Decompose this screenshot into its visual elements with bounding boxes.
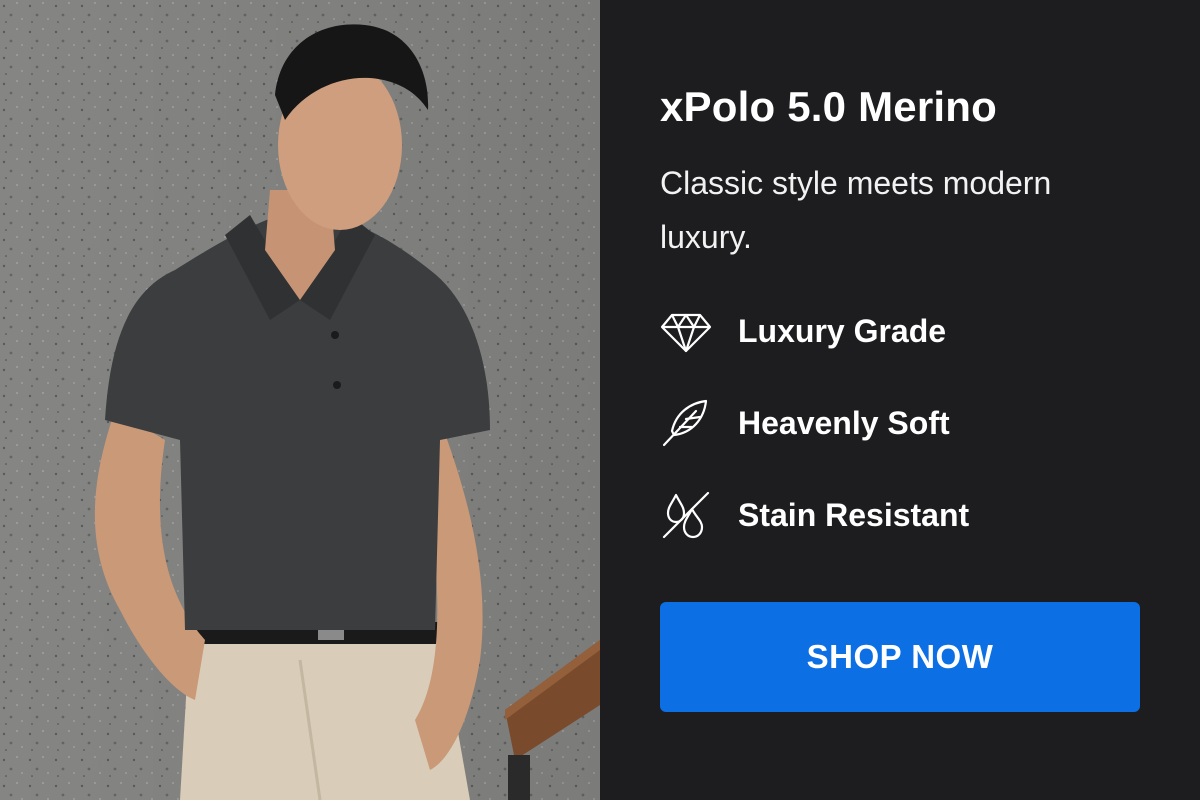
shop-now-button[interactable]: SHOP NOW bbox=[660, 602, 1140, 712]
product-panel: xPolo 5.0 Merino Classic style meets mod… bbox=[600, 0, 1200, 800]
feature-label: Stain Resistant bbox=[738, 497, 970, 533]
feature-label: Luxury Grade bbox=[738, 313, 947, 349]
feature-label: Heavenly Soft bbox=[738, 405, 950, 441]
feature-item-heavenly-soft: Heavenly Soft bbox=[660, 397, 1140, 489]
model-photo-illustration bbox=[0, 0, 600, 800]
product-photo bbox=[0, 0, 600, 800]
feature-item-stain-resistant: Stain Resistant bbox=[660, 489, 1140, 581]
feature-list: Luxury Grade Heavenly Soft Stain Resista… bbox=[660, 305, 1140, 581]
diamond-icon bbox=[660, 305, 712, 357]
stain-resistant-icon bbox=[660, 489, 712, 541]
product-subtitle: Classic style meets modern luxury. bbox=[660, 165, 1052, 255]
product-title: xPolo 5.0 Merino bbox=[660, 83, 997, 130]
feature-item-luxury-grade: Luxury Grade bbox=[660, 305, 1140, 397]
feather-icon bbox=[660, 397, 712, 449]
